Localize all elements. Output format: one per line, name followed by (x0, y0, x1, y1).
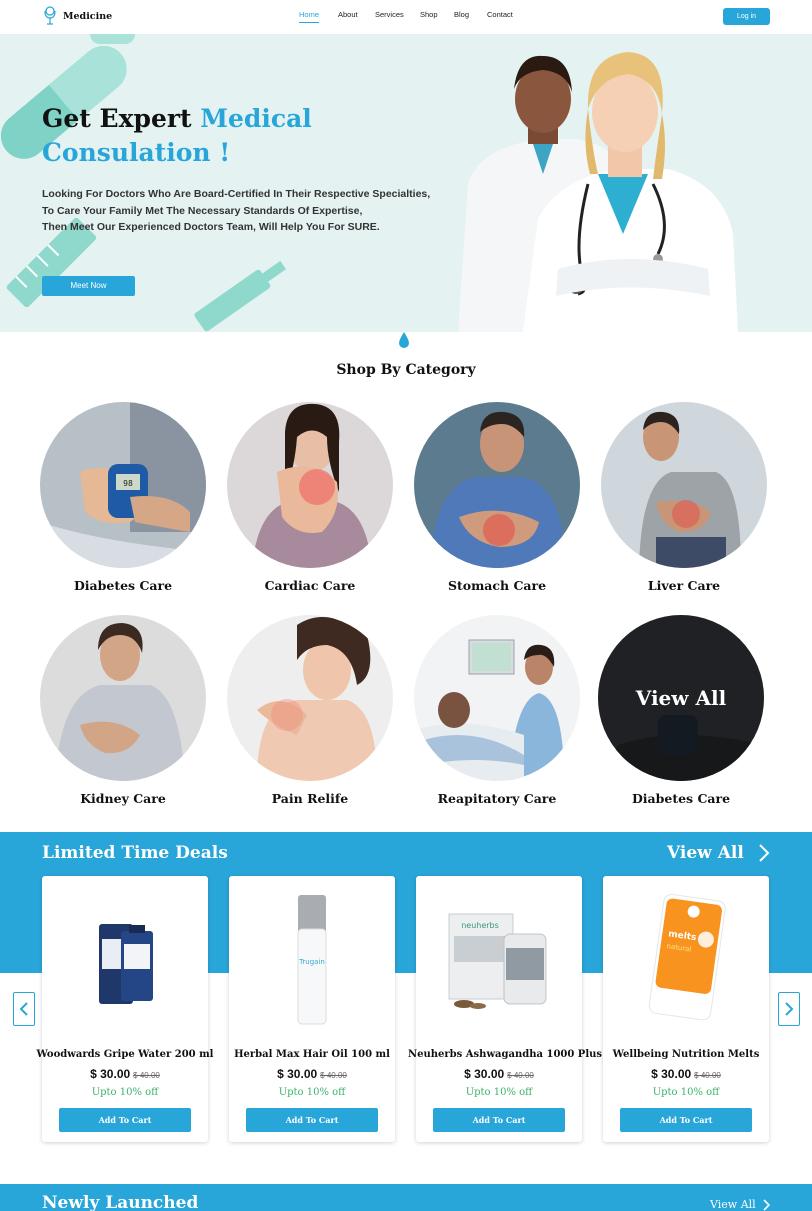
category-image (40, 615, 206, 781)
discount-text: Upto 10% off (91, 1087, 159, 1098)
category-image (227, 402, 393, 568)
category-image (227, 615, 393, 781)
nav-services[interactable]: Services (375, 10, 404, 19)
svg-text:neuherbs: neuherbs (461, 921, 499, 930)
add-to-cart-button[interactable]: Add To Cart (433, 1108, 565, 1132)
category-image (414, 615, 580, 781)
nav-shop[interactable]: Shop (420, 10, 438, 19)
category-label: Reapitatory Care (437, 791, 557, 806)
chevron-right-icon (785, 1002, 794, 1016)
category-label: Diabetes Care (73, 578, 173, 593)
deals-title: Limited Time Deals (42, 843, 228, 863)
shop-by-category-title: Shop By Category (336, 362, 476, 378)
discount-text: Upto 10% off (652, 1087, 720, 1098)
product-image[interactable]: melts natural (613, 884, 759, 1034)
product-image[interactable]: neuherbs (426, 884, 572, 1034)
product-image[interactable] (52, 884, 198, 1034)
category-label: Cardiac Care (264, 578, 356, 593)
category-label: Liver Care (647, 578, 721, 593)
product-card: melts natural Wellbeing Nutrition Melts … (603, 876, 769, 1142)
newly-view-all-link[interactable]: View All (710, 1198, 770, 1211)
category-image: 98 (40, 402, 206, 568)
category-diabetes-care[interactable]: 98 Diabetes Care (40, 402, 206, 593)
chevron-right-icon (763, 1198, 770, 1211)
chevron-right-icon (759, 844, 770, 862)
nav-blog[interactable]: Blog (454, 10, 469, 19)
capsule-decoration-icon (90, 34, 135, 44)
top-navbar: Medicine Home About Services Shop Blog C… (0, 0, 812, 34)
category-image (601, 402, 767, 568)
login-button[interactable]: Log in (723, 8, 770, 25)
category-pain-relife[interactable]: Pain Relife (227, 615, 393, 806)
category-image (414, 402, 580, 568)
category-image: View All (598, 615, 764, 781)
discount-text: Upto 10% off (465, 1087, 533, 1098)
add-to-cart-button[interactable]: Add To Cart (246, 1108, 378, 1132)
product-card: neuherbs Neuherbs Ashwagandha 1000 Plus … (408, 876, 602, 1142)
category-reapitatory-care[interactable]: Reapitatory Care (414, 615, 580, 806)
product-price: $ 30.00 $ 40.00 (464, 1067, 534, 1081)
category-label: Pain Relife (271, 791, 349, 806)
product-price: $ 30.00 $ 40.00 (90, 1067, 160, 1081)
product-card: Woodwards Gripe Water 200 ml $ 30.00 $ 40… (37, 876, 213, 1142)
nav-contact[interactable]: Contact (487, 10, 513, 19)
hero-description: Looking For Doctors Who Are Board-Certif… (42, 188, 431, 233)
medicine-logo-icon (44, 6, 56, 25)
category-label: Kidney Care (80, 791, 166, 806)
category-kidney-care[interactable]: Kidney Care (40, 615, 206, 806)
chevron-left-icon (19, 1002, 28, 1016)
hero-title: Get Expert Medical Consulation ! (42, 104, 312, 167)
add-to-cart-button[interactable]: Add To Cart (620, 1108, 752, 1132)
discount-text: Upto 10% off (278, 1087, 346, 1098)
product-image[interactable]: Trugain (239, 884, 385, 1034)
product-price: $ 30.00 $ 40.00 (277, 1067, 347, 1081)
nav-about[interactable]: About (338, 10, 358, 19)
brand-logo[interactable]: Medicine (42, 6, 112, 26)
category-label: Stomach Care (447, 578, 547, 593)
product-card: Trugain Herbal Max Hair Oil 100 ml $ 30.… (229, 876, 395, 1142)
product-price: $ 30.00 $ 40.00 (651, 1067, 721, 1081)
view-all-overlay[interactable]: View All (598, 615, 764, 781)
svg-text:Trugain: Trugain (298, 958, 325, 966)
add-to-cart-button[interactable]: Add To Cart (59, 1108, 191, 1132)
category-stomach-care[interactable]: Stomach Care (414, 402, 580, 593)
category-cardiac-care[interactable]: Cardiac Care (227, 402, 393, 593)
carousel-prev-button[interactable] (13, 992, 35, 1026)
product-name[interactable]: Herbal Max Hair Oil 100 ml (221, 1049, 403, 1060)
doctors-illustration (458, 52, 738, 332)
category-view-all[interactable]: View All Diabetes Care (598, 615, 764, 806)
nav-home[interactable]: Home (299, 10, 320, 23)
brand-name: Medicine (63, 10, 113, 22)
product-name[interactable]: Neuherbs Ashwagandha 1000 Plus (408, 1049, 602, 1060)
syringe-decoration-icon (194, 260, 287, 332)
newly-launched-title: Newly Launched (42, 1193, 199, 1211)
water-drop-icon (399, 332, 409, 348)
meet-now-button[interactable]: Meet Now (42, 276, 135, 296)
product-name[interactable]: Wellbeing Nutrition Melts (595, 1049, 777, 1060)
carousel-next-button[interactable] (778, 992, 800, 1026)
category-label: Diabetes Care (631, 791, 731, 806)
hero-banner: Get Expert Medical Consulation ! Looking… (0, 34, 812, 332)
product-name[interactable]: Woodwards Gripe Water 200 ml (34, 1049, 216, 1060)
category-liver-care[interactable]: Liver Care (601, 402, 767, 593)
deals-view-all-link[interactable]: View All (667, 843, 770, 863)
svg-text:98: 98 (123, 479, 133, 488)
